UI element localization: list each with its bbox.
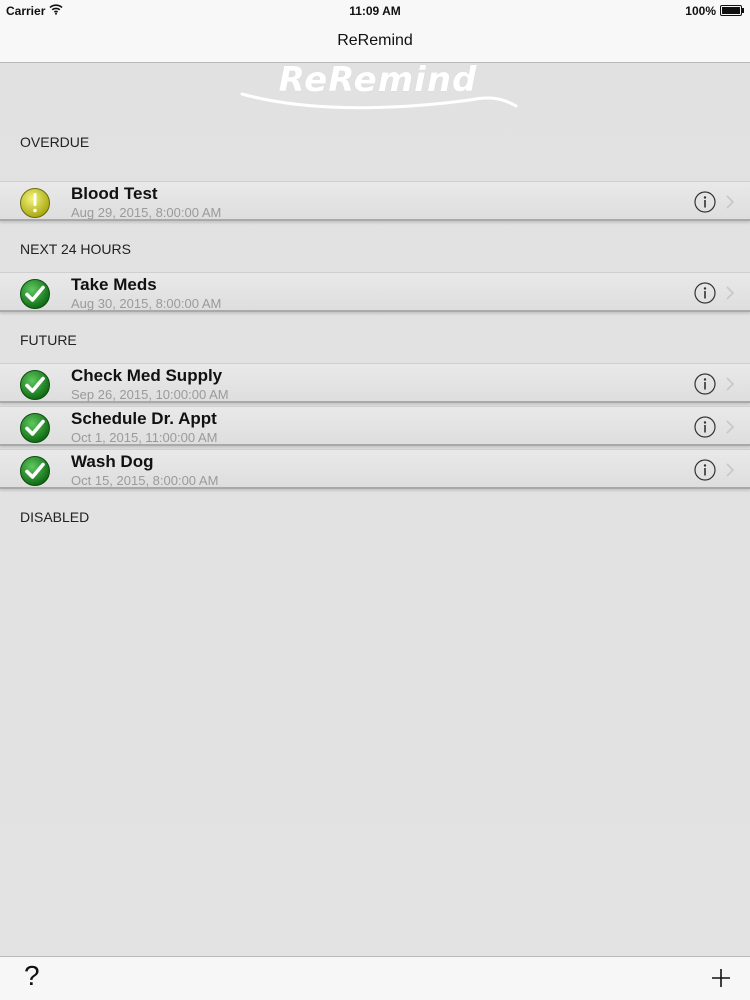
info-icon[interactable] — [694, 416, 716, 438]
info-icon[interactable] — [694, 191, 716, 213]
chevron-right-icon — [726, 463, 734, 477]
checkmark-icon — [20, 413, 50, 443]
reminder-row-blood-test[interactable]: Blood Test Aug 29, 2015, 8:00:00 AM — [0, 181, 750, 221]
section-header-overdue: OVERDUE — [20, 134, 90, 150]
info-icon[interactable] — [694, 282, 716, 304]
reminder-title: Schedule Dr. Appt — [71, 409, 217, 428]
app-logo: ReRemind — [240, 60, 520, 114]
checkmark-icon — [20, 370, 50, 400]
warning-icon — [20, 188, 50, 218]
status-bar: Carrier 11:09 AM 100% — [0, 0, 750, 22]
bottom-toolbar: ? — [0, 956, 750, 1000]
reminder-row-take-meds[interactable]: Take Meds Aug 30, 2015, 8:00:00 AM — [0, 272, 750, 312]
chevron-right-icon — [726, 377, 734, 391]
battery-percent: 100% — [685, 4, 716, 18]
reminder-date: Oct 1, 2015, 11:00:00 AM — [71, 430, 218, 445]
reminder-title: Check Med Supply — [71, 366, 223, 385]
section-header-disabled: DISABLED — [20, 509, 90, 525]
chevron-right-icon — [726, 286, 734, 300]
checkmark-icon — [20, 279, 50, 309]
reminder-row-wash-dog[interactable]: Wash Dog Oct 15, 2015, 8:00:00 AM — [0, 449, 750, 489]
page-title: ReRemind — [337, 32, 413, 49]
section-header-future: FUTURE — [20, 332, 77, 348]
reminder-date: Sep 26, 2015, 10:00:00 AM — [71, 387, 229, 402]
info-icon[interactable] — [694, 373, 716, 395]
plus-icon[interactable] — [710, 967, 732, 989]
chevron-right-icon — [726, 420, 734, 434]
reminder-title: Take Meds — [71, 275, 157, 294]
screen: Carrier 11:09 AM 100% ReRemind ReRemind … — [0, 0, 750, 1000]
help-button[interactable]: ? — [24, 962, 40, 990]
clock: 11:09 AM — [349, 4, 401, 18]
reminder-title: Wash Dog — [71, 452, 154, 471]
reminder-date: Oct 15, 2015, 8:00:00 AM — [71, 473, 219, 488]
reminder-row-schedule-dr-appt[interactable]: Schedule Dr. Appt Oct 1, 2015, 11:00:00 … — [0, 406, 750, 446]
info-icon[interactable] — [694, 459, 716, 481]
checkmark-icon — [20, 456, 50, 486]
navigation-bar: ReRemind — [0, 22, 750, 63]
reminder-row-check-med-supply[interactable]: Check Med Supply Sep 26, 2015, 10:00:00 … — [0, 363, 750, 403]
section-header-next-24-hours: NEXT 24 HOURS — [20, 241, 131, 257]
reminder-date: Aug 30, 2015, 8:00:00 AM — [71, 296, 222, 311]
logo-swoosh — [240, 92, 518, 110]
reminder-title: Blood Test — [71, 184, 158, 203]
battery-icon — [720, 5, 744, 16]
reminder-date: Aug 29, 2015, 8:00:00 AM — [71, 205, 222, 220]
chevron-right-icon — [726, 195, 734, 209]
